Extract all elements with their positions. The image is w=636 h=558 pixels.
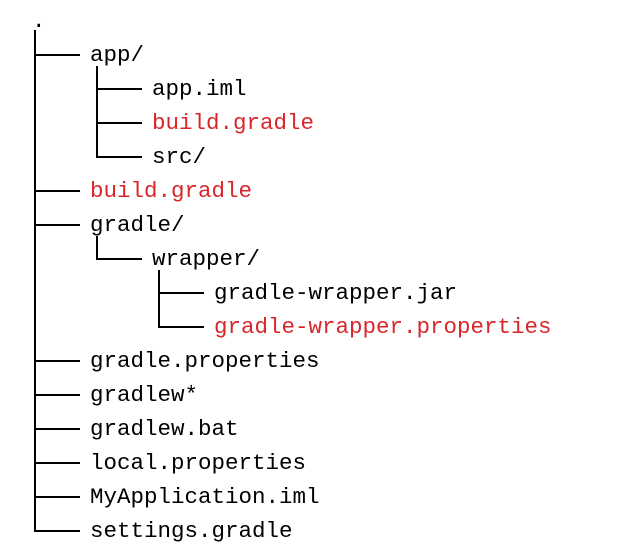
tree-node-label-highlighted: build.gradle	[152, 110, 315, 136]
tree-node-label: local.properties	[90, 450, 307, 476]
tree-rail-line	[34, 225, 36, 362]
tree-branch-line	[34, 360, 80, 362]
tree-rail-line	[158, 293, 160, 328]
tree-node-label: src/	[152, 144, 207, 170]
tree-rail-line	[34, 55, 36, 192]
tree-branch-line	[34, 224, 80, 226]
tree-node-label: gradle.properties	[90, 348, 320, 374]
tree-root-row: .	[0, 4, 54, 38]
tree-branch-line	[158, 292, 204, 294]
tree-rail-line	[34, 429, 36, 464]
tree-branch-line	[34, 394, 80, 396]
tree-branch-line	[34, 496, 80, 498]
tree-node-label: gradlew*	[90, 382, 199, 408]
tree-branch-line	[96, 258, 142, 260]
tree-node-label-highlighted: gradle-wrapper.properties	[214, 314, 552, 340]
tree-branch-line	[96, 122, 142, 124]
tree-node-label: settings.gradle	[90, 518, 293, 544]
tree-node-label: app/	[90, 42, 145, 68]
tree-node-label-highlighted: build.gradle	[90, 178, 253, 204]
tree-branch-line	[34, 190, 80, 192]
tree-node-label: wrapper/	[152, 246, 261, 272]
tree-rail-line	[34, 191, 36, 226]
tree-node-label: MyApplication.iml	[90, 484, 320, 510]
tree-branch-line	[34, 54, 80, 56]
tree-rail-line	[34, 497, 36, 532]
tree-node-label: gradlew.bat	[90, 416, 239, 442]
tree-rail-line	[96, 89, 98, 124]
tree-branch-line	[96, 88, 142, 90]
tree-rail-line	[34, 463, 36, 498]
tree-branch-line	[158, 326, 204, 328]
tree-rail-line	[34, 361, 36, 396]
tree-node-label: gradle-wrapper.jar	[214, 280, 458, 306]
tree-node-label: gradle/	[90, 212, 185, 238]
tree-rail-line	[96, 123, 98, 158]
tree-rail-line	[34, 395, 36, 430]
tree-node-label: app.iml	[152, 76, 247, 102]
tree-branch-line	[34, 428, 80, 430]
tree-branch-line	[34, 462, 80, 464]
tree-rail-line	[34, 30, 36, 56]
file-tree: . app/app.iml build.gradle src/build.gradl…	[0, 0, 636, 558]
tree-branch-line	[34, 530, 80, 532]
tree-branch-line	[96, 156, 142, 158]
